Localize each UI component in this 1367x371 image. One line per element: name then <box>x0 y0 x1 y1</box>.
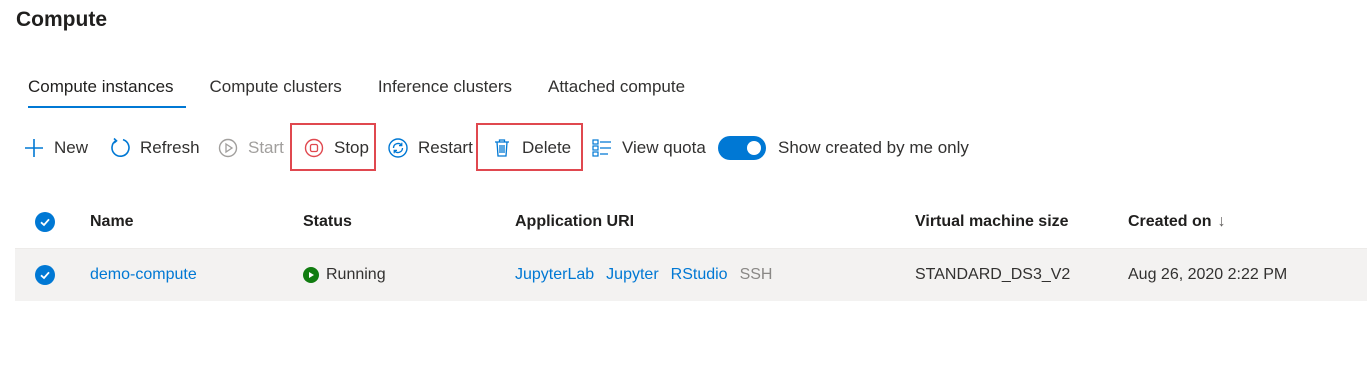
delete-highlight-box <box>476 123 583 171</box>
tab-compute-instances[interactable]: Compute instances <box>16 70 186 108</box>
compute-name-link[interactable]: demo-compute <box>90 249 209 301</box>
restart-button[interactable]: Restart <box>386 124 473 172</box>
tab-attached-compute[interactable]: Attached compute <box>536 70 697 108</box>
start-label: Start <box>248 138 284 157</box>
refresh-icon <box>108 136 132 160</box>
checkmark-icon <box>35 265 55 285</box>
view-quota-button[interactable]: View quota <box>590 124 706 172</box>
row-checkbox[interactable] <box>35 249 55 301</box>
stop-highlight-box <box>290 123 376 171</box>
jupyterlab-link[interactable]: JupyterLab <box>515 266 594 284</box>
column-header-created-on[interactable]: Created on ↓ <box>1128 196 1226 248</box>
plus-icon <box>22 136 46 160</box>
tab-compute-clusters[interactable]: Compute clusters <box>198 70 354 108</box>
play-circle-icon <box>216 136 240 160</box>
sort-down-icon: ↓ <box>1217 213 1226 230</box>
column-header-app-uri[interactable]: Application URI <box>515 196 634 248</box>
tab-bar: Compute instances Compute clusters Infer… <box>16 70 709 112</box>
status-text: Running <box>326 266 386 283</box>
tab-inference-clusters[interactable]: Inference clusters <box>366 70 524 108</box>
app-uri-cell: JupyterLab Jupyter RStudio SSH <box>515 249 784 301</box>
status-cell: Running <box>303 249 386 301</box>
page-title: Compute <box>16 8 107 31</box>
created-on-label: Created on <box>1128 213 1212 230</box>
toggle-knob <box>747 141 761 155</box>
table-header-row: Name Status Application URI Virtual mach… <box>15 196 1367 249</box>
show-mine-label: Show created by me only <box>778 138 969 157</box>
column-header-status[interactable]: Status <box>303 196 352 248</box>
select-all-checkbox[interactable] <box>35 196 55 248</box>
jupyter-link[interactable]: Jupyter <box>606 266 658 284</box>
compute-name[interactable]: demo-compute <box>90 266 197 284</box>
table-row[interactable]: demo-compute Running JupyterLab Jupyter … <box>15 249 1367 301</box>
vm-size-cell: STANDARD_DS3_V2 <box>915 266 1071 283</box>
start-button[interactable]: Start <box>216 124 284 172</box>
refresh-button[interactable]: Refresh <box>108 124 200 172</box>
toggle-switch[interactable] <box>718 136 766 160</box>
running-icon <box>303 267 319 283</box>
column-header-vm-size[interactable]: Virtual machine size <box>915 196 1069 248</box>
ssh-link[interactable]: SSH <box>740 266 773 284</box>
restart-label: Restart <box>418 138 473 157</box>
created-on-cell: Aug 26, 2020 2:22 PM <box>1128 266 1288 283</box>
restart-icon <box>386 136 410 160</box>
rstudio-link[interactable]: RStudio <box>671 266 728 284</box>
new-button[interactable]: New <box>22 124 88 172</box>
column-header-name[interactable]: Name <box>90 196 134 248</box>
view-quota-label: View quota <box>622 138 706 157</box>
checkmark-icon <box>35 212 55 232</box>
list-icon <box>590 136 614 160</box>
new-label: New <box>54 138 89 157</box>
compute-table: Name Status Application URI Virtual mach… <box>15 196 1367 301</box>
show-mine-toggle[interactable]: Show created by me only <box>718 124 969 172</box>
command-bar: New Refresh Start Stop Restart Delete Vi… <box>16 123 1116 172</box>
refresh-label: Refresh <box>140 138 200 157</box>
